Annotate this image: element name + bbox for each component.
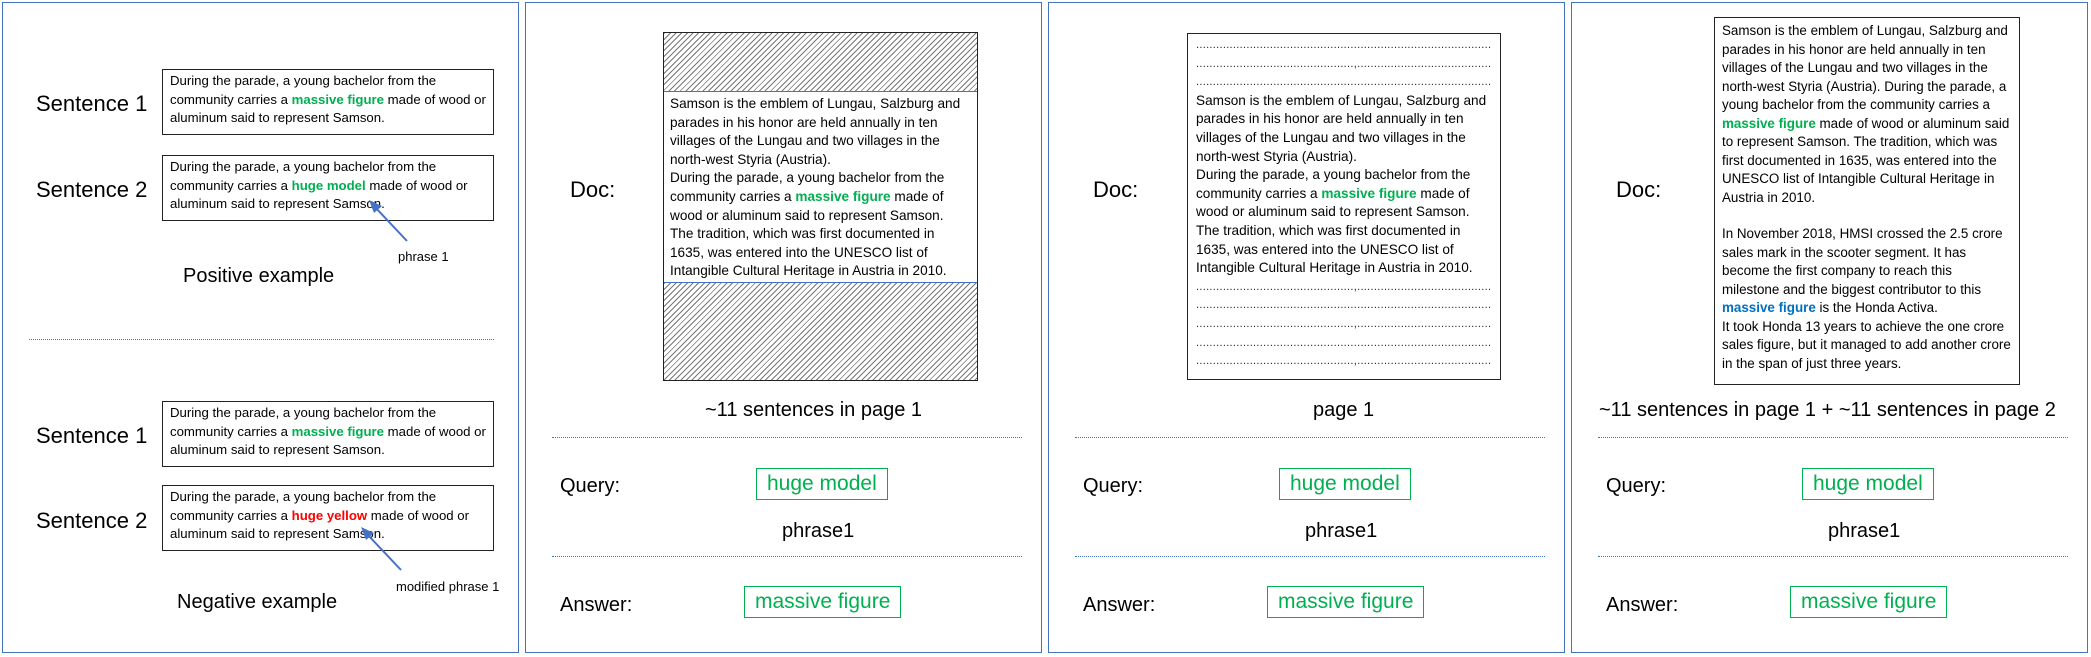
elided-sentence: ........................................… bbox=[1196, 57, 1492, 70]
query-label: Query: bbox=[1606, 475, 1667, 497]
answer-label: Answer: bbox=[1606, 594, 1679, 616]
query-box: huge model bbox=[1802, 468, 1934, 500]
elided-sentence: ........................................… bbox=[1196, 76, 1492, 89]
phrase-massive-figure: massive figure bbox=[1722, 115, 1816, 131]
phrase-massive-figure-distractor: massive figure bbox=[1722, 300, 1816, 315]
query-box: huge model bbox=[756, 468, 888, 500]
elided-sentence: ........................................… bbox=[1196, 39, 1492, 51]
query-label: Query: bbox=[560, 475, 621, 497]
doc-sentence: Samson is the emblem of Lungau, Salzburg… bbox=[670, 96, 961, 167]
elided-sentence: ........................................… bbox=[1196, 336, 1492, 349]
panel-page1-doc: Doc: Samson is the emblem of Lungau, Sal… bbox=[525, 2, 1042, 653]
doc-paragraph: In November 2018, HMSI crossed the 2.5 c… bbox=[1722, 225, 2012, 318]
doc-sentence: The tradition, which was first documente… bbox=[670, 226, 947, 279]
doc-paragraph-text: Samson is the emblem of Lungau, Salzburg… bbox=[1722, 23, 2008, 112]
divider-1 bbox=[552, 437, 1022, 438]
divider-1 bbox=[1075, 437, 1545, 438]
page-caption: ~11 sentences in page 1 bbox=[705, 399, 923, 421]
hatched-region-top bbox=[664, 33, 977, 92]
doc-label: Doc: bbox=[1616, 177, 1662, 202]
divider-1 bbox=[1598, 437, 2068, 438]
modified-phrase1-arrow-label: modified phrase 1 bbox=[396, 579, 500, 594]
query-box: huge model bbox=[1279, 468, 1411, 500]
doc-label: Doc: bbox=[1093, 177, 1139, 202]
phrase-massive-figure: massive figure bbox=[1321, 185, 1417, 201]
doc-sentence: The tradition, which was first documente… bbox=[1196, 222, 1473, 276]
page-caption: ~11 sentences in page 1 + ~11 sentences … bbox=[1599, 399, 2056, 421]
elided-sentence: ........................................… bbox=[1196, 317, 1492, 330]
elided-sentence: ........................................… bbox=[1196, 355, 1492, 368]
divider-2 bbox=[1075, 556, 1545, 557]
doc-sentence: During the parade, a young bachelor from… bbox=[1196, 166, 1492, 222]
query-label: Query: bbox=[1083, 475, 1144, 497]
doc-box: Samson is the emblem of Lungau, Salzburg… bbox=[663, 32, 978, 381]
doc-box: ........................................… bbox=[1187, 33, 1501, 380]
answer-label: Answer: bbox=[560, 594, 633, 616]
query-phrase-label: phrase1 bbox=[1828, 520, 1901, 542]
hatched-region-bottom bbox=[664, 282, 977, 380]
panel-sentence-pairs: Sentence 1 During the parade, a young ba… bbox=[2, 2, 519, 653]
negative-example-caption: Negative example bbox=[177, 591, 338, 613]
query-phrase-label: phrase1 bbox=[1305, 520, 1378, 542]
modified-phrase1-arrow-icon bbox=[361, 527, 402, 571]
answer-box: massive figure bbox=[744, 586, 902, 618]
page-caption: page 1 bbox=[1313, 399, 1375, 421]
doc-paragraph-text: In November 2018, HMSI crossed the 2.5 c… bbox=[1722, 226, 2003, 297]
answer-box: massive figure bbox=[1790, 586, 1948, 618]
doc-label: Doc: bbox=[570, 177, 616, 202]
doc-box: Samson is the emblem of Lungau, Salzburg… bbox=[1714, 17, 2020, 385]
query-phrase-label: phrase1 bbox=[782, 520, 855, 542]
panel-page1-with-context: Doc: ...................................… bbox=[1048, 2, 1565, 653]
answer-label: Answer: bbox=[1083, 594, 1156, 616]
panel-two-pages: Doc: Samson is the emblem of Lungau, Sal… bbox=[1571, 2, 2088, 653]
elided-sentence: ........................................… bbox=[1196, 299, 1492, 312]
doc-paragraph-text: is the Honda Activa. bbox=[1815, 300, 1938, 315]
phrase-massive-figure: massive figure bbox=[795, 188, 891, 204]
elided-sentence: ........................................… bbox=[1196, 280, 1492, 293]
divider-2 bbox=[552, 556, 1022, 557]
doc-paragraph: It took Honda 13 years to achieve the on… bbox=[1722, 318, 2011, 371]
answer-box: massive figure bbox=[1267, 586, 1425, 618]
doc-sentence: Samson is the emblem of Lungau, Salzburg… bbox=[1196, 92, 1487, 164]
doc-text: Samson is the emblem of Lungau, Salzburg… bbox=[664, 93, 977, 283]
divider-2 bbox=[1598, 556, 2068, 557]
doc-paragraph: Samson is the emblem of Lungau, Salzburg… bbox=[1722, 22, 2012, 207]
doc-sentence: During the parade, a young bachelor from… bbox=[670, 169, 971, 225]
